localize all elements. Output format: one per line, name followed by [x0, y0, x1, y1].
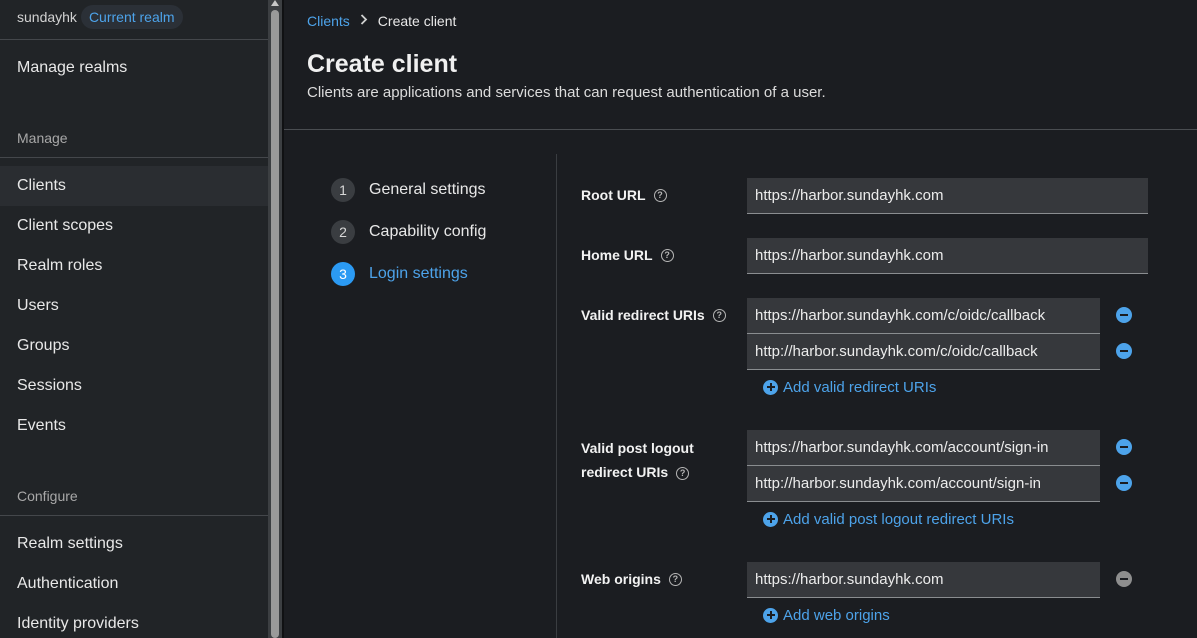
post-logout-label-line2: redirect URIs — [581, 464, 669, 480]
root-url-label-text: Root URL — [581, 187, 646, 203]
redirect-uri-input[interactable] — [747, 334, 1100, 370]
minus-circle-icon[interactable] — [1116, 475, 1132, 491]
add-post-logout-uri-button[interactable]: Add valid post logout redirect URIs — [763, 509, 1014, 529]
step-label: Login settings — [369, 265, 468, 282]
sidebar-scrollbar[interactable] — [268, 0, 282, 638]
minus-circle-icon[interactable] — [1116, 343, 1132, 359]
scrollbar-thumb[interactable] — [271, 10, 279, 638]
add-web-origin-button[interactable]: Add web origins — [763, 605, 890, 625]
step-number: 2 — [331, 220, 355, 244]
realm-selector[interactable]: sundayhk Current realm — [17, 4, 183, 30]
add-web-origin-label: Add web origins — [783, 606, 890, 624]
home-url-input[interactable] — [747, 238, 1148, 274]
root-url-label: Root URL ? — [581, 187, 667, 203]
app-root: sundayhk Current realm Manage realms Man… — [0, 0, 1197, 638]
sidebar: sundayhk Current realm Manage realms Man… — [0, 0, 268, 638]
web-origin-input[interactable] — [747, 562, 1100, 598]
question-circle-icon[interactable]: ? — [660, 248, 674, 262]
question-circle-icon[interactable]: ? — [712, 308, 726, 322]
home-url-label: Home URL ? — [581, 247, 674, 263]
question-circle-icon[interactable]: ? — [676, 466, 690, 480]
chevron-right-icon — [360, 14, 368, 28]
step-number: 1 — [331, 178, 355, 202]
minus-circle-icon — [1116, 571, 1132, 587]
step-label: General settings — [369, 181, 486, 198]
sidebar-divider — [0, 157, 268, 158]
header-divider — [284, 129, 1197, 130]
sidebar-item-client-scopes[interactable]: Client scopes — [0, 206, 268, 246]
sidebar-section-configure: Configure — [17, 488, 78, 504]
home-url-label-text: Home URL — [581, 247, 653, 263]
post-logout-label-line1: Valid post logout — [581, 440, 694, 456]
sidebar-item-identity-providers[interactable]: Identity providers — [0, 604, 268, 638]
wizard-step-login-settings[interactable]: 3 Login settings — [331, 262, 468, 286]
realm-name: sundayhk — [17, 9, 77, 25]
web-origins-label: Web origins ? — [581, 571, 682, 587]
post-logout-uris-label: Valid post logout redirect URIs? — [581, 436, 694, 484]
sidebar-divider — [0, 39, 268, 40]
wizard-divider — [556, 154, 557, 638]
redirect-uri-input[interactable] — [747, 298, 1100, 334]
breadcrumb-clients-link[interactable]: Clients — [307, 13, 350, 29]
current-realm-badge: Current realm — [80, 5, 183, 29]
sidebar-section-manage: Manage — [17, 130, 68, 146]
add-post-logout-uri-label: Add valid post logout redirect URIs — [783, 510, 1014, 528]
sidebar-item-clients[interactable]: Clients — [0, 166, 268, 206]
post-logout-uri-input[interactable] — [747, 430, 1100, 466]
sidebar-item-manage-realms[interactable]: Manage realms — [0, 48, 268, 88]
question-circle-icon[interactable]: ? — [653, 188, 667, 202]
redirect-uris-label-text: Valid redirect URIs — [581, 307, 705, 323]
add-redirect-uri-button[interactable]: Add valid redirect URIs — [763, 377, 936, 397]
sidebar-item-realm-roles[interactable]: Realm roles — [0, 246, 268, 286]
page-description: Clients are applications and services th… — [307, 84, 826, 101]
sidebar-item-realm-settings[interactable]: Realm settings — [0, 524, 268, 564]
redirect-uris-label: Valid redirect URIs ? — [581, 307, 726, 323]
step-number: 3 — [331, 262, 355, 286]
sidebar-item-events[interactable]: Events — [0, 406, 268, 446]
sidebar-divider — [0, 515, 268, 516]
main-border — [282, 0, 284, 638]
sidebar-item-groups[interactable]: Groups — [0, 326, 268, 366]
plus-circle-icon — [763, 607, 778, 623]
page-title: Create client — [307, 50, 458, 78]
scroll-up-arrow-icon[interactable] — [271, 0, 279, 6]
wizard-step-capability-config[interactable]: 2 Capability config — [331, 220, 486, 244]
breadcrumb-current: Create client — [377, 13, 457, 29]
step-label: Capability config — [369, 223, 487, 240]
plus-circle-icon — [763, 379, 778, 395]
sidebar-item-authentication[interactable]: Authentication — [0, 564, 268, 604]
add-redirect-uri-label: Add valid redirect URIs — [783, 378, 937, 396]
sidebar-item-users[interactable]: Users — [0, 286, 268, 326]
root-url-input[interactable] — [747, 178, 1148, 214]
wizard-step-general-settings[interactable]: 1 General settings — [331, 178, 486, 202]
minus-circle-icon[interactable] — [1116, 439, 1132, 455]
breadcrumb: Clients Create client — [307, 13, 456, 29]
minus-circle-icon[interactable] — [1116, 307, 1132, 323]
question-circle-icon[interactable]: ? — [668, 572, 682, 586]
web-origins-label-text: Web origins — [581, 571, 661, 587]
post-logout-uri-input[interactable] — [747, 466, 1100, 502]
sidebar-item-sessions[interactable]: Sessions — [0, 366, 268, 406]
plus-circle-icon — [763, 511, 778, 527]
